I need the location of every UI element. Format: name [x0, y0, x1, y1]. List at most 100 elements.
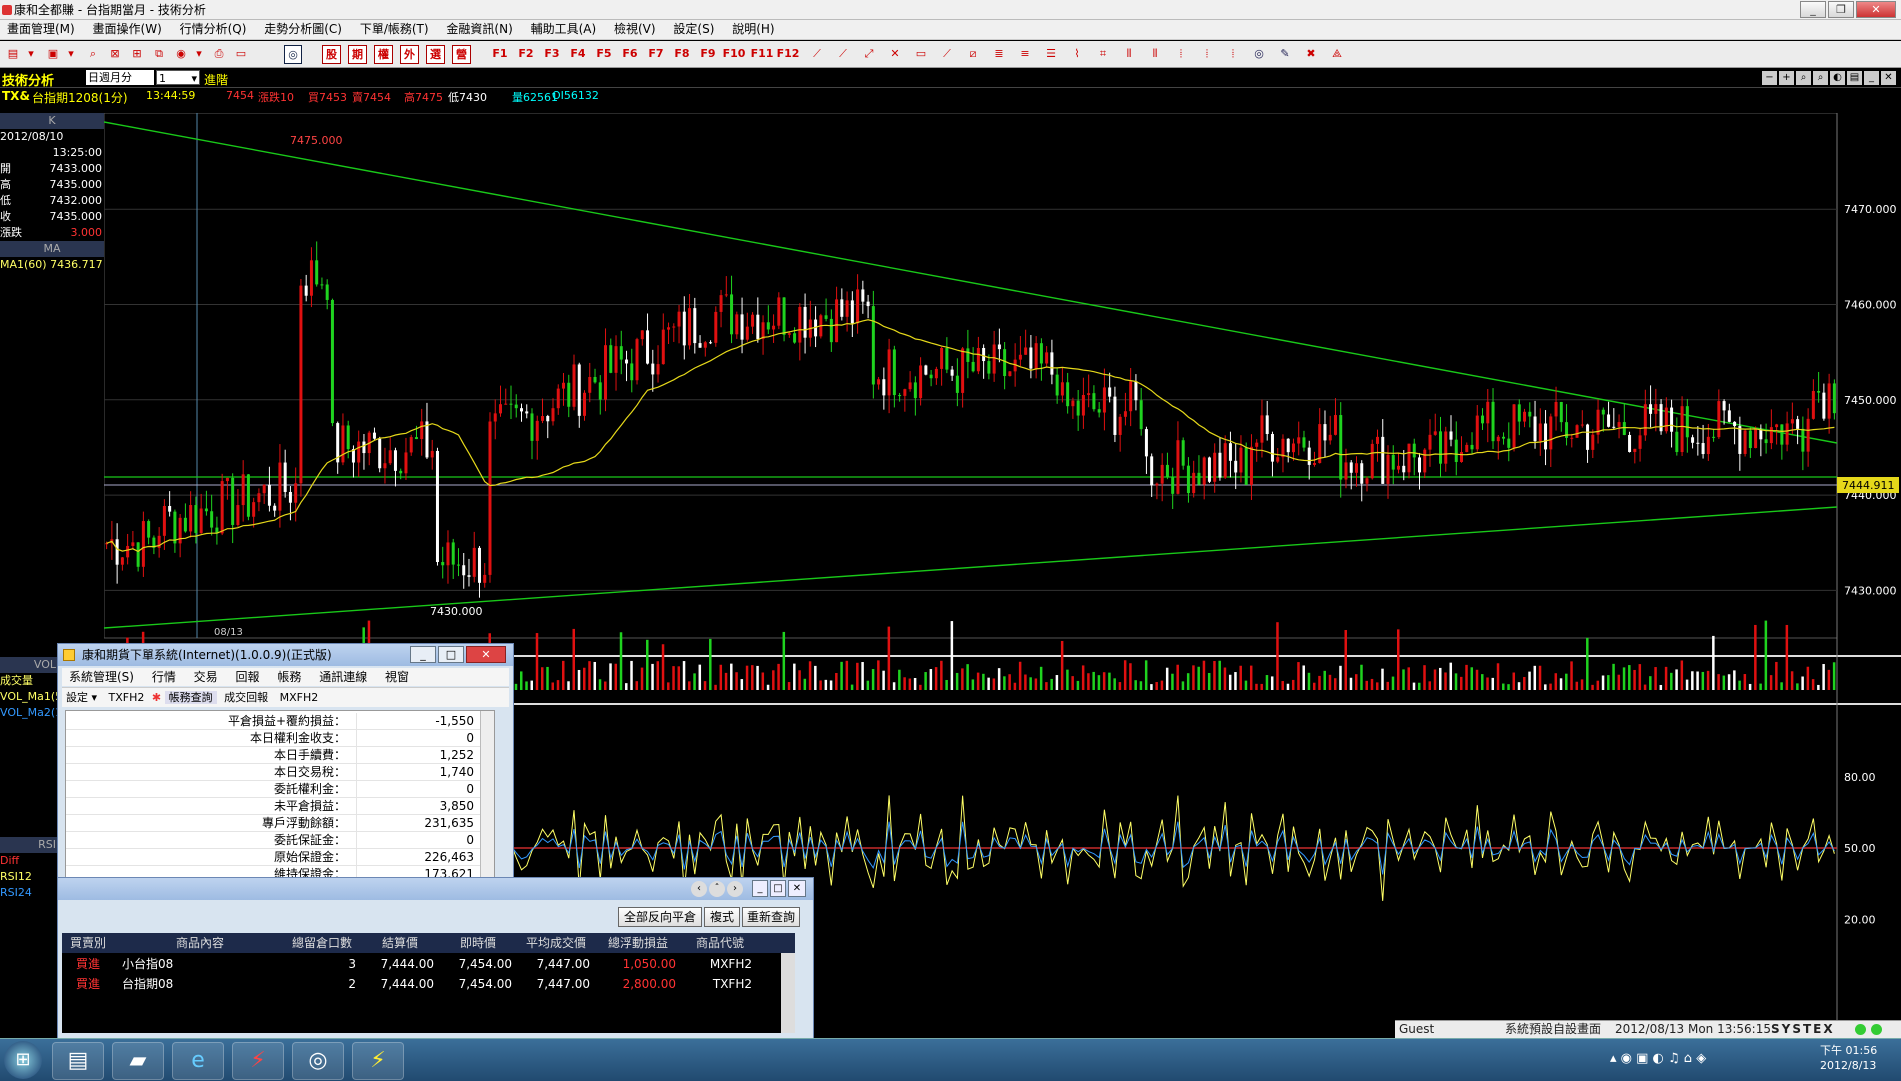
f3-button[interactable]: F3	[540, 45, 564, 64]
period-selector[interactable]: 日週月分	[86, 70, 154, 85]
dropdown-icon[interactable]: ▾	[22, 45, 40, 64]
account-query-button[interactable]: 帳務查詢	[164, 691, 217, 704]
positions-window[interactable]: ‹ ˆ › _ □ ✕ 全部反向平倉 複式 重新查詢 買賣別 商品內容 總留倉口…	[57, 877, 814, 1039]
draw-cross-icon[interactable]: ✕	[886, 45, 904, 64]
order-close-icon[interactable]: ✕	[466, 646, 506, 663]
menu-item[interactable]: 檢視(V)	[607, 20, 663, 39]
close-chart-icon[interactable]: ⊠	[106, 45, 124, 64]
settings-icon[interactable]: ◉	[172, 45, 190, 64]
menu-item[interactable]: 金融資訊(N)	[439, 20, 519, 39]
order-menu-item[interactable]: 視窗	[378, 670, 416, 684]
app-titlebar[interactable]: 康和全都賺 - 台指期當月 - 技術分析 _ ❐ ✕	[0, 0, 1901, 20]
draw-grid-icon[interactable]: ⌗	[1094, 45, 1112, 64]
dropdown-icon[interactable]: ▾	[62, 45, 80, 64]
search-icon[interactable]: ⌕	[84, 45, 102, 64]
draw-hline-icon[interactable]: ⦙	[1198, 45, 1216, 64]
draw-channel-icon[interactable]: ⧄	[964, 45, 982, 64]
order-window-titlebar[interactable]: 康和期貨下單系統(Internet)(1.0.0.9)(正式版) _ □ ✕	[58, 644, 513, 666]
complex-button[interactable]: 複式	[704, 907, 740, 927]
menu-item[interactable]: 輔助工具(A)	[524, 20, 604, 39]
quick-options-button[interactable]: 權	[374, 45, 393, 64]
f9-button[interactable]: F9	[696, 45, 720, 64]
f1-button[interactable]: F1	[488, 45, 512, 64]
reverse-all-button[interactable]: 全部反向平倉	[618, 907, 702, 927]
positions-close-icon[interactable]: ✕	[788, 880, 806, 897]
menu-item[interactable]: 畫面管理(M)	[0, 20, 82, 39]
order-menu-item[interactable]: 交易	[187, 670, 225, 684]
menu-item[interactable]: 行情分析(Q)	[173, 20, 254, 39]
chart-zoom-out-icon[interactable]: −	[1762, 71, 1777, 85]
draw-cycle-icon[interactable]: ⦙	[1224, 45, 1242, 64]
fibonacci-icon[interactable]: ≣	[990, 45, 1008, 64]
app-task-icon[interactable]: ▰	[112, 1042, 164, 1080]
draw-vline-icon[interactable]: ⦙	[1172, 45, 1190, 64]
table-row[interactable]: 買進 台指期08 2 7,444.00 7,454.00 7,447.00 2,…	[62, 974, 795, 994]
f7-button[interactable]: F7	[644, 45, 668, 64]
order-menu-item[interactable]: 系統管理(S)	[62, 670, 141, 684]
draw-ray-icon[interactable]: ⤢	[860, 45, 878, 64]
order-mxfh2-button[interactable]: MXFH2	[276, 691, 323, 704]
draw-wave-icon[interactable]: ⌇	[1068, 45, 1086, 64]
copy-icon[interactable]: ⧉	[150, 45, 168, 64]
order-window[interactable]: 康和期貨下單系統(Internet)(1.0.0.9)(正式版) _ □ ✕ 系…	[57, 643, 514, 913]
order-minimize-icon[interactable]: _	[410, 646, 436, 663]
pen-icon[interactable]: ✎	[1276, 45, 1294, 64]
quick-business-button[interactable]: 營	[452, 45, 471, 64]
window-icon[interactable]: ▭	[232, 45, 250, 64]
nav-back-icon[interactable]: ‹	[691, 881, 707, 897]
nav-up-icon[interactable]: ˆ	[709, 881, 725, 897]
chart-search-icon[interactable]: ⌕	[1796, 71, 1811, 85]
order-menu-item[interactable]: 回報	[229, 670, 267, 684]
f11-button[interactable]: F11	[750, 45, 774, 64]
menu-item[interactable]: 畫面操作(W)	[86, 20, 169, 39]
eraser-icon[interactable]: ✖	[1302, 45, 1320, 64]
ie-task-icon[interactable]: e	[172, 1042, 224, 1080]
nav-forward-icon[interactable]: ›	[727, 881, 743, 897]
gann-icon[interactable]: ≡	[1016, 45, 1034, 64]
layout-icon[interactable]: ▤	[4, 45, 22, 64]
positions-maximize-icon[interactable]: □	[770, 880, 786, 897]
quick-select-button[interactable]: 選	[426, 45, 445, 64]
menu-item[interactable]: 下單/帳務(T)	[353, 20, 436, 39]
f10-button[interactable]: F10	[722, 45, 746, 64]
positions-minimize-icon[interactable]: _	[752, 880, 768, 897]
draw-period-icon[interactable]: ⦀	[1146, 45, 1164, 64]
interval-select[interactable]: 1 ▾	[156, 70, 200, 85]
measure-icon[interactable]: ⟁	[1328, 45, 1346, 64]
quick-futures-button[interactable]: 期	[348, 45, 367, 64]
dropdown-icon[interactable]: ▾	[190, 45, 208, 64]
concord-task-icon[interactable]: ◎	[292, 1042, 344, 1080]
menu-item[interactable]: 走勢分析圖(C)	[257, 20, 349, 39]
quick-stock-button[interactable]: 股	[322, 45, 341, 64]
f5-button[interactable]: F5	[592, 45, 616, 64]
chart-layout-icon[interactable]: ▤	[1847, 71, 1862, 85]
requery-button[interactable]: 重新查詢	[742, 907, 800, 927]
chart-zoom-in-icon[interactable]: +	[1779, 71, 1794, 85]
grid-icon[interactable]: ⊞	[128, 45, 146, 64]
draw-trend-icon[interactable]: ⟋	[834, 45, 852, 64]
chart-close-icon[interactable]: ✕	[1881, 71, 1896, 85]
menu-item[interactable]: 說明(H)	[725, 20, 781, 39]
chart-fit-icon[interactable]: ◐	[1830, 71, 1845, 85]
order-txfh2-button[interactable]: TXFH2	[105, 691, 149, 704]
table-row[interactable]: 買進 小台指08 3 7,444.00 7,454.00 7,447.00 1,…	[62, 954, 795, 974]
order-maximize-icon[interactable]: □	[438, 646, 464, 663]
chart-zoom-icon[interactable]: ⌕	[1813, 71, 1828, 85]
chart-min-icon[interactable]: _	[1864, 71, 1879, 85]
advanced-button[interactable]: 進階	[204, 71, 228, 88]
explorer-task-icon[interactable]: ▤	[52, 1042, 104, 1080]
f6-button[interactable]: F6	[618, 45, 642, 64]
order-menu-item[interactable]: 帳務	[270, 670, 308, 684]
save-icon[interactable]: ▣	[44, 45, 62, 64]
f8-button[interactable]: F8	[670, 45, 694, 64]
trade-task-icon[interactable]: ⚡	[232, 1042, 284, 1080]
draw-circle-icon[interactable]: ◎	[1250, 45, 1268, 64]
order-menu-item[interactable]: 通訊連線	[312, 670, 374, 684]
draw-fan-icon[interactable]: ⟋	[938, 45, 956, 64]
order-settings-button[interactable]: 設定 ▾	[62, 691, 101, 704]
draw-bars-icon[interactable]: ⦀	[1120, 45, 1138, 64]
close-button[interactable]: ✕	[1856, 1, 1896, 18]
order-menu-item[interactable]: 行情	[145, 670, 183, 684]
f4-button[interactable]: F4	[566, 45, 590, 64]
positions-scrollbar[interactable]	[781, 953, 795, 1033]
